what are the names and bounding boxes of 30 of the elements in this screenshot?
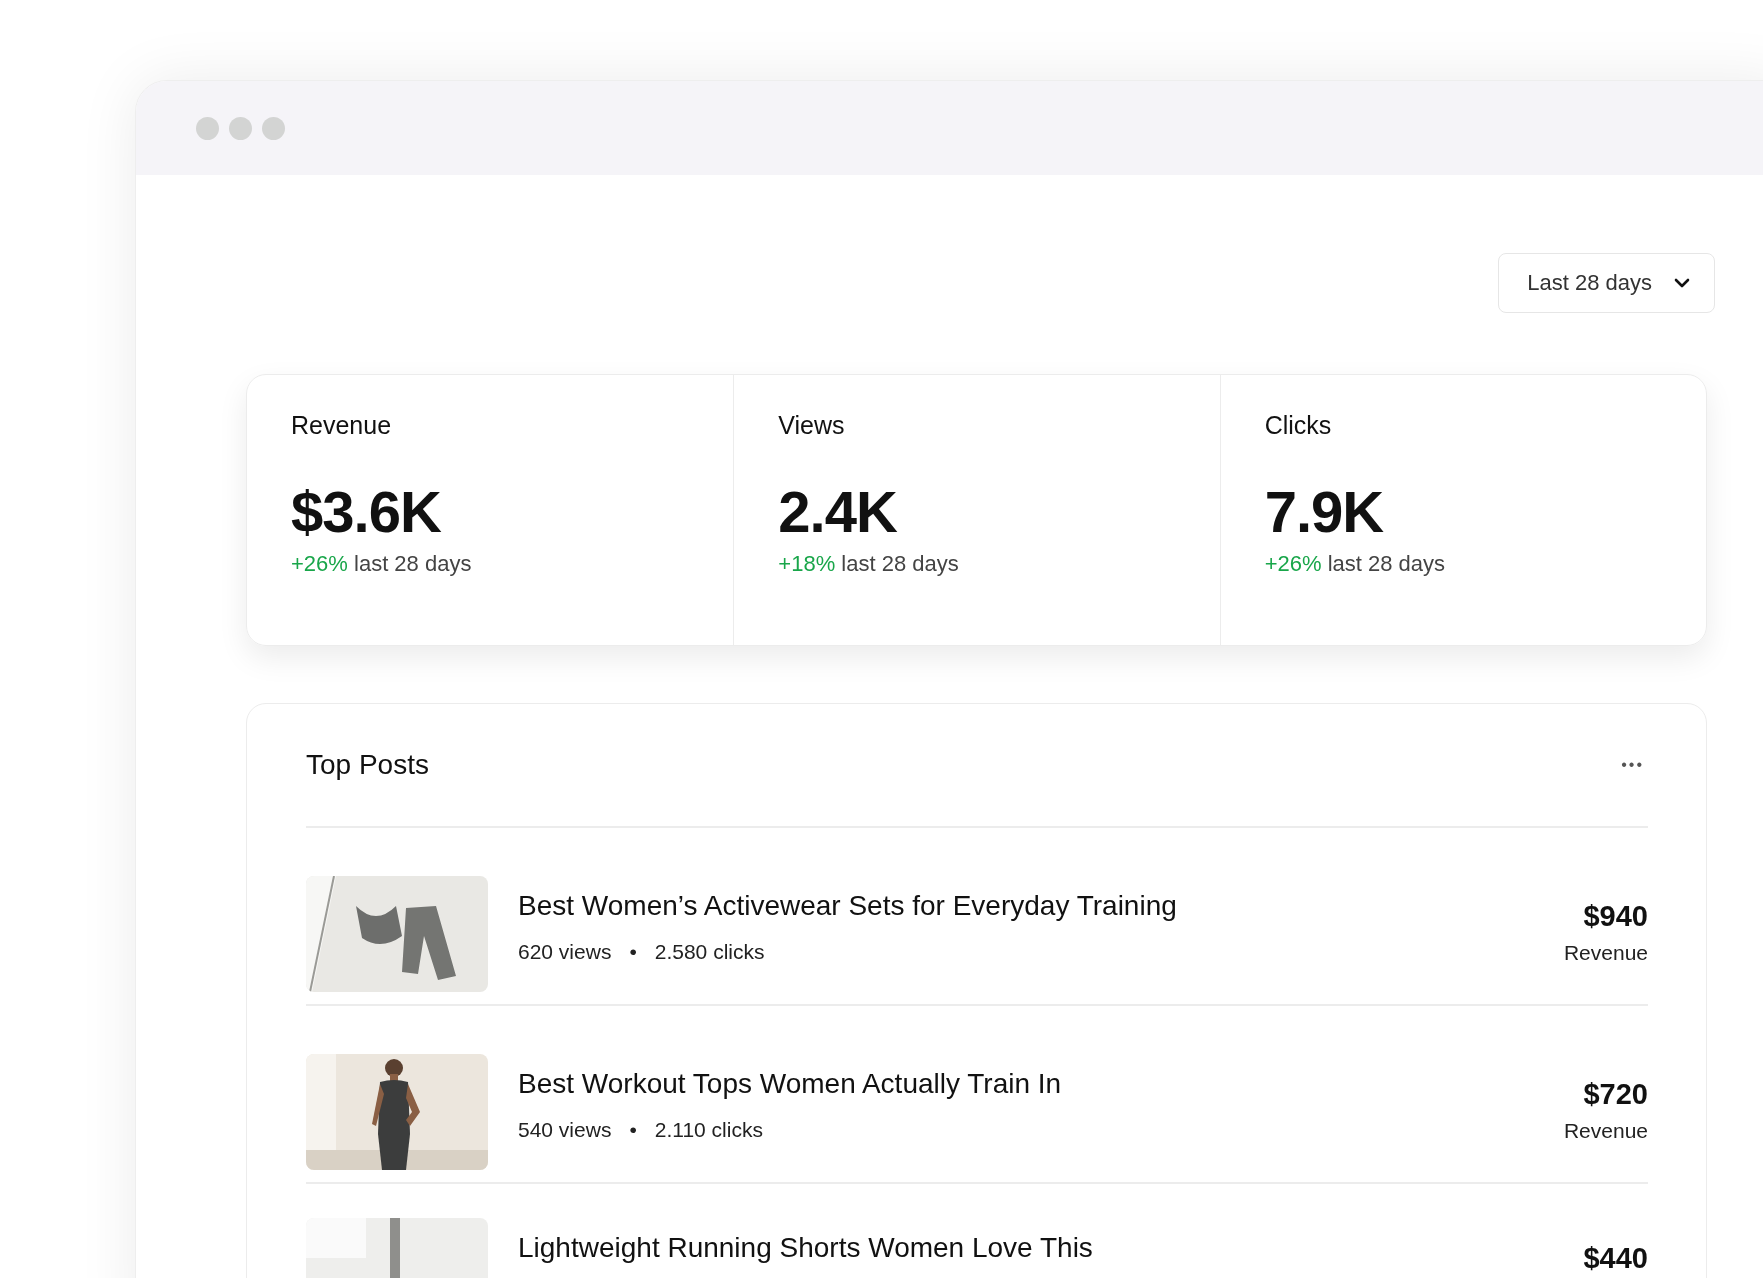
post-title[interactable]: Lightweight Running Shorts Women Love This [518, 1232, 1554, 1264]
stat-value: 7.9K [1264, 478, 1385, 545]
post-title[interactable]: Best Women’s Activewear Sets for Everyday Training [518, 890, 1534, 922]
stat-label: Clicks [1264, 411, 1333, 440]
stat-change: +18% last 28 days [778, 551, 960, 577]
window-control-icon[interactable] [229, 116, 252, 140]
click-count: 2.110 clicks [654, 1118, 763, 1142]
revenue-label: Revenue [1563, 1119, 1648, 1143]
click-count: 2.580 clicks [654, 940, 765, 964]
more-options-button[interactable]: ••• [1617, 752, 1648, 778]
stat-value: 2.4K [778, 478, 898, 545]
card-title: Top Posts [306, 749, 429, 781]
window-control-icon[interactable] [196, 116, 219, 140]
separator-dot: • [629, 1118, 637, 1142]
date-range-dropdown[interactable]: Last 28 days [1498, 253, 1715, 313]
stat-label: Revenue [291, 411, 393, 440]
stat-value: $3.6K [291, 478, 442, 545]
stat-change: +26% last 28 days [291, 551, 473, 577]
window-control-icon[interactable] [262, 116, 285, 140]
stat-label: Views [778, 411, 846, 440]
revenue-value: $440 [1583, 1242, 1648, 1275]
separator-dot: • [629, 940, 637, 964]
chevron-down-icon [1674, 278, 1690, 288]
view-count: 540 views [518, 1118, 612, 1142]
post-title[interactable]: Best Workout Tops Women Actually Train In [518, 1068, 1534, 1100]
revenue-value: $940 [1583, 900, 1648, 933]
stat-change: +26% last 28 days [1264, 551, 1447, 577]
view-count: 620 views [518, 940, 612, 964]
revenue-label: Revenue [1563, 941, 1648, 965]
revenue-value: $720 [1583, 1078, 1648, 1111]
